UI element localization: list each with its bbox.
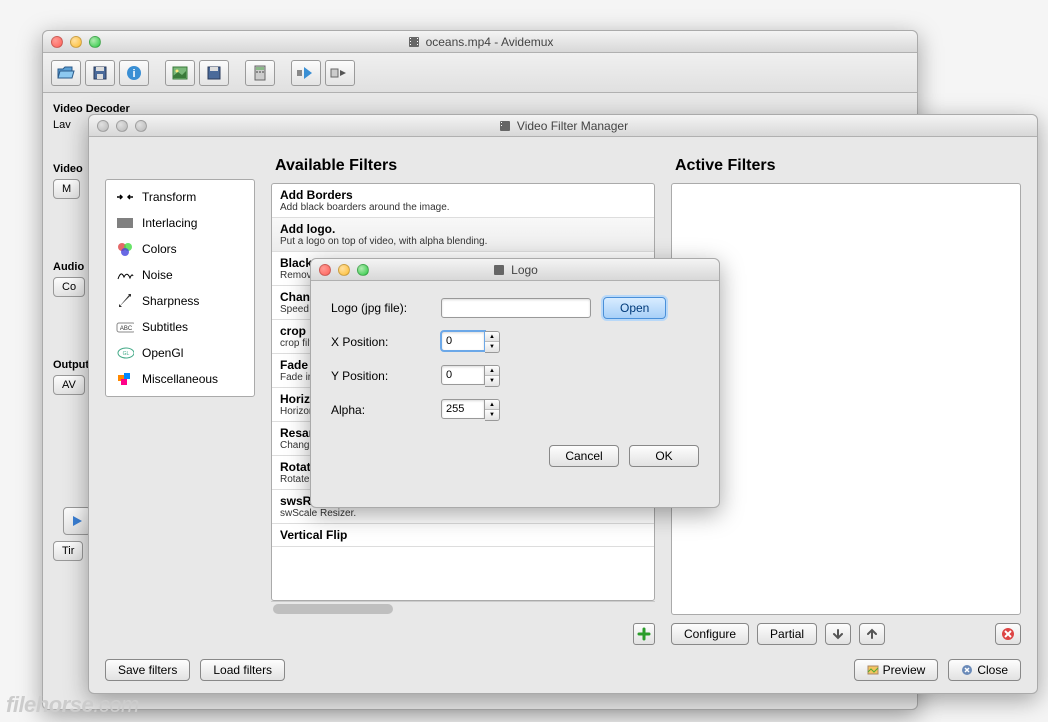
misc-icon (116, 370, 134, 388)
x-position-label: X Position: (331, 335, 441, 349)
category-label: Noise (142, 268, 173, 282)
film-icon (407, 35, 421, 49)
category-interlacing[interactable]: Interlacing (106, 210, 254, 236)
filter-title: Vertical Flip (280, 528, 646, 542)
filter-description: Add black boarders around the image. (280, 202, 646, 213)
watermark: filehorse.com (6, 692, 139, 718)
svg-text:GL: GL (123, 351, 130, 357)
load-filters-button[interactable]: Load filters (200, 659, 285, 681)
time-button[interactable]: Tir (53, 541, 83, 561)
film-icon (492, 263, 506, 277)
y-position-input[interactable] (441, 365, 485, 385)
info-button[interactable]: i (119, 60, 149, 86)
play-button[interactable] (63, 507, 91, 535)
logo-titlebar[interactable]: Logo (311, 259, 719, 281)
active-filters-heading: Active Filters (675, 157, 1021, 175)
y-up-button[interactable]: ▲ (485, 366, 499, 376)
save-filters-button[interactable]: Save filters (105, 659, 190, 681)
opengl-icon: GL (116, 344, 134, 362)
image-save-button[interactable] (165, 60, 195, 86)
transform-icon (116, 188, 134, 206)
disk-save-button[interactable] (199, 60, 229, 86)
svg-text:ABC: ABC (120, 326, 133, 332)
category-colors[interactable]: Colors (106, 236, 254, 262)
main-window-title: oceans.mp4 - Avidemux (43, 35, 917, 49)
remove-filter-button[interactable] (995, 623, 1021, 645)
close-button[interactable]: Close (948, 659, 1021, 681)
category-opengl[interactable]: GL OpenGl (106, 340, 254, 366)
active-filters-list[interactable] (671, 183, 1021, 615)
move-up-button[interactable] (859, 623, 885, 645)
output-format-button[interactable]: AV (53, 375, 85, 395)
add-filter-button[interactable] (633, 623, 655, 645)
alpha-input[interactable] (441, 399, 485, 419)
film-icon (498, 119, 512, 133)
category-subtitles[interactable]: ABC Subtitles (106, 314, 254, 340)
colors-icon (116, 240, 134, 258)
filter-item[interactable]: Add BordersAdd black boarders around the… (272, 184, 654, 218)
subtitles-icon: ABC (116, 318, 134, 336)
x-up-button[interactable]: ▲ (485, 332, 499, 342)
configure-button[interactable]: Configure (671, 623, 749, 645)
preview-button[interactable]: Preview (854, 659, 939, 681)
video-codec-button[interactable]: M (53, 179, 80, 199)
partial-button[interactable]: Partial (757, 623, 817, 645)
category-list: Transform Interlacing Colors Noise Sharpness… (105, 179, 255, 397)
open-file-button[interactable] (51, 60, 81, 86)
noise-icon (116, 266, 134, 284)
close-icon (961, 664, 973, 676)
category-label: Subtitles (142, 320, 188, 334)
filter-item[interactable]: Vertical Flip (272, 524, 654, 547)
preview-icon (867, 664, 879, 676)
filter-description: Put a logo on top of video, with alpha b… (280, 236, 646, 247)
calculator-button[interactable] (245, 60, 275, 86)
save-file-button[interactable] (85, 60, 115, 86)
filter-title: Add Borders (280, 188, 646, 202)
main-titlebar[interactable]: oceans.mp4 - Avidemux (43, 31, 917, 53)
filter-titlebar[interactable]: Video Filter Manager (89, 115, 1037, 137)
category-noise[interactable]: Noise (106, 262, 254, 288)
available-filters-heading: Available Filters (275, 157, 655, 175)
logo-file-input[interactable] (441, 298, 591, 318)
y-down-button[interactable]: ▼ (485, 376, 499, 386)
cancel-button[interactable]: Cancel (549, 445, 619, 467)
logo-dialog-title: Logo (311, 263, 719, 277)
filter-window-title: Video Filter Manager (89, 119, 1037, 133)
category-label: Sharpness (142, 294, 199, 308)
category-label: Miscellaneous (142, 372, 218, 386)
interlacing-icon (116, 214, 134, 232)
sharpness-icon (116, 292, 134, 310)
category-misc[interactable]: Miscellaneous (106, 366, 254, 392)
filter-description: swScale Resizer. (280, 508, 646, 519)
audio-codec-button[interactable]: Co (53, 277, 85, 297)
alpha-down-button[interactable]: ▼ (485, 410, 499, 420)
y-position-label: Y Position: (331, 369, 441, 383)
alpha-label: Alpha: (331, 403, 441, 417)
horizontal-scrollbar[interactable] (271, 601, 655, 615)
category-label: Transform (142, 190, 196, 204)
category-label: Interlacing (142, 216, 197, 230)
category-label: Colors (142, 242, 177, 256)
filter-item[interactable]: Add logo.Put a logo on top of video, wit… (272, 218, 654, 252)
x-position-input[interactable] (441, 331, 485, 351)
output-arrow-button[interactable] (325, 60, 355, 86)
category-transform[interactable]: Transform (106, 184, 254, 210)
x-down-button[interactable]: ▼ (485, 342, 499, 352)
svg-text:i: i (132, 68, 135, 80)
open-file-button[interactable]: Open (603, 297, 666, 319)
process-arrow-button[interactable] (291, 60, 321, 86)
move-down-button[interactable] (825, 623, 851, 645)
alpha-up-button[interactable]: ▲ (485, 400, 499, 410)
logo-dialog: Logo Logo (jpg file): Open X Position: ▲… (310, 258, 720, 508)
logo-file-label: Logo (jpg file): (331, 301, 441, 315)
ok-button[interactable]: OK (629, 445, 699, 467)
main-toolbar: i (43, 53, 917, 93)
category-sharpness[interactable]: Sharpness (106, 288, 254, 314)
category-label: OpenGl (142, 346, 183, 360)
filter-title: Add logo. (280, 222, 646, 236)
